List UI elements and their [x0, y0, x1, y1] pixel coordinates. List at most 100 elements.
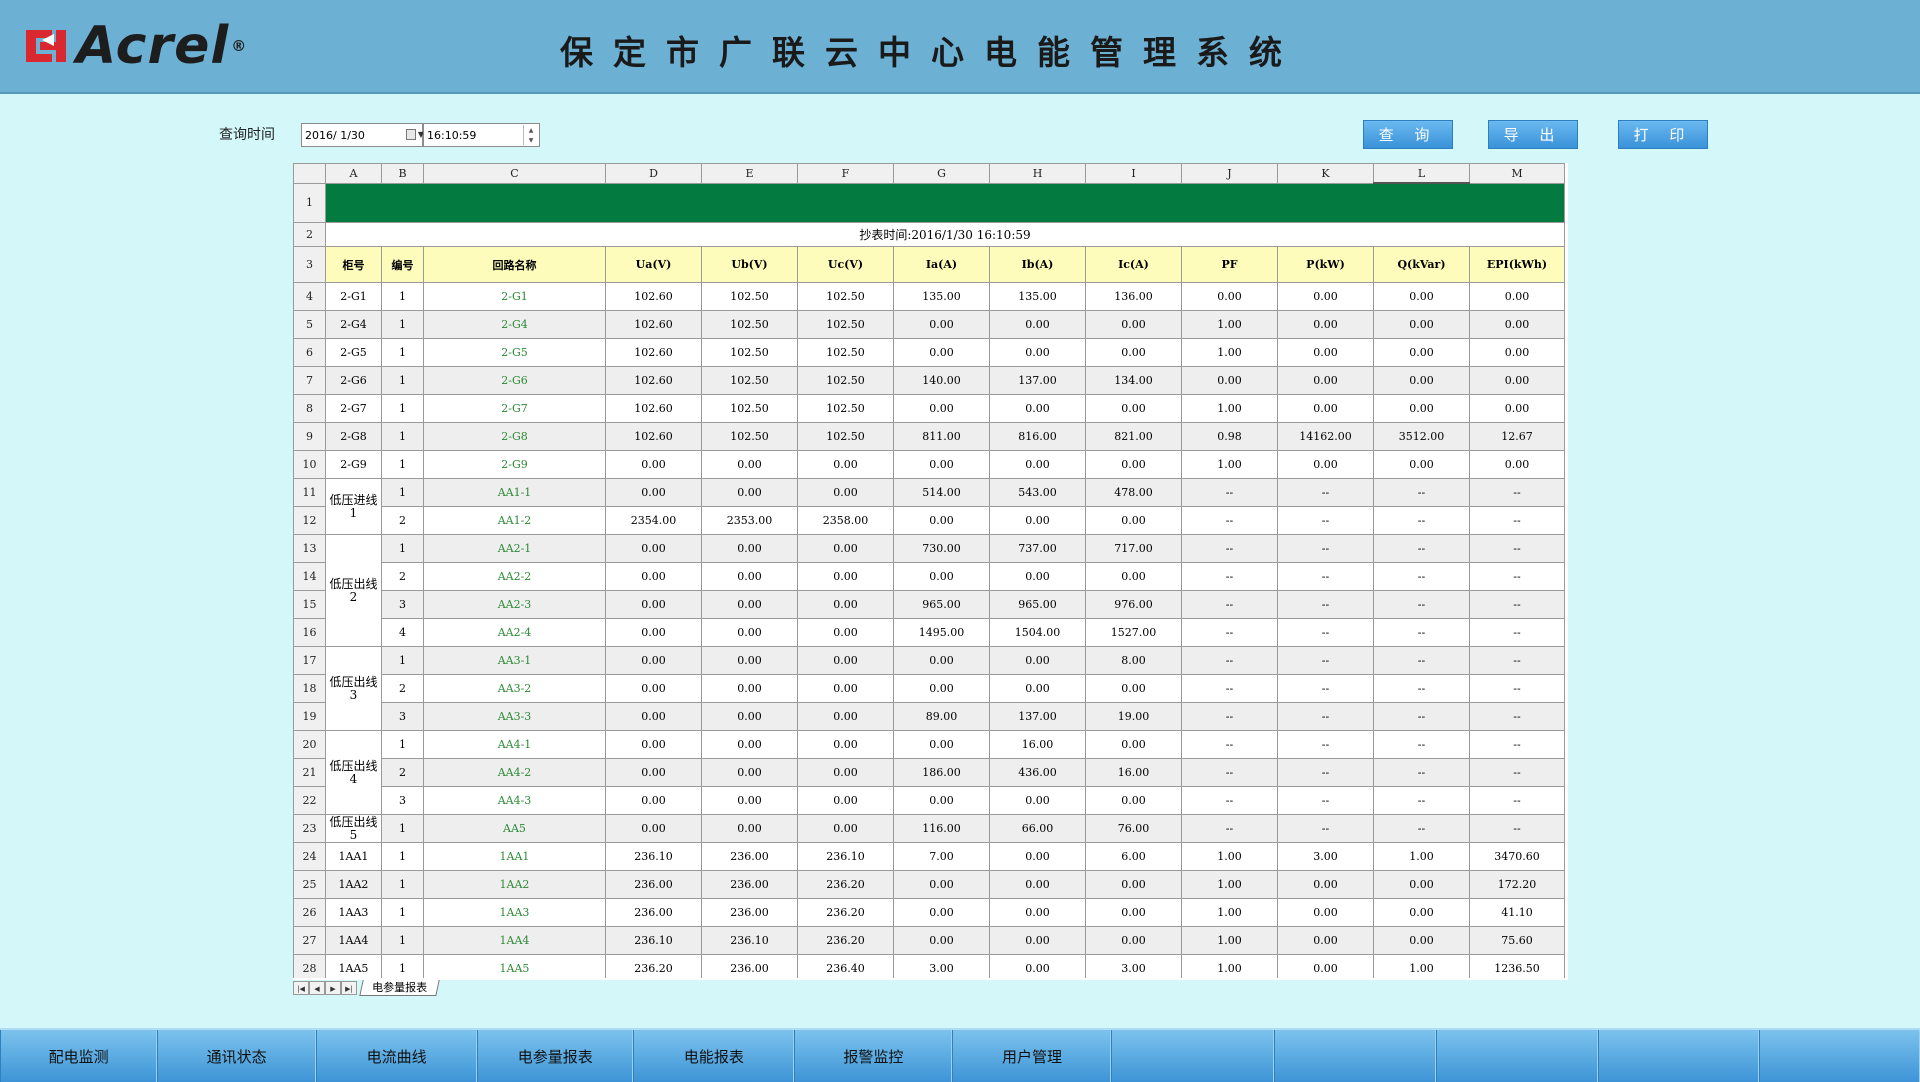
- table-cell[interactable]: 102.60: [605, 422, 702, 451]
- prev-sheet-button[interactable]: ◀: [309, 981, 325, 995]
- table-cell[interactable]: 1: [381, 646, 424, 675]
- table-cell[interactable]: 0.00: [605, 646, 702, 675]
- spreadsheet-viewport[interactable]: ABCDEFGHIJKLM 1 2 抄表时间:2016/1/30 16:10:5…: [293, 163, 1568, 978]
- table-cell[interactable]: --: [1373, 618, 1470, 647]
- table-cell[interactable]: 0.00: [1373, 282, 1470, 311]
- table-cell[interactable]: 102.50: [701, 338, 798, 367]
- table-cell[interactable]: 0.00: [797, 534, 894, 563]
- row-header[interactable]: 7: [293, 366, 326, 395]
- table-cell[interactable]: --: [1373, 534, 1470, 563]
- table-cell[interactable]: 0.00: [1277, 282, 1374, 311]
- table-cell[interactable]: 136.00: [1085, 282, 1182, 311]
- table-cell[interactable]: 0.00: [893, 450, 990, 479]
- circuit-name-cell[interactable]: AA5: [423, 814, 606, 843]
- table-cell[interactable]: 0.00: [989, 338, 1086, 367]
- table-cell[interactable]: 0.00: [797, 674, 894, 703]
- table-cell[interactable]: 0.00: [701, 534, 798, 563]
- table-cell[interactable]: 1.00: [1181, 450, 1278, 479]
- table-cell[interactable]: 0.00: [701, 646, 798, 675]
- sheet-tab[interactable]: 电参量报表: [359, 980, 440, 996]
- table-cell[interactable]: 0.00: [893, 562, 990, 591]
- table-cell[interactable]: --: [1181, 702, 1278, 731]
- row-header[interactable]: 3: [293, 246, 326, 283]
- table-cell[interactable]: 1: [381, 534, 424, 563]
- column-title[interactable]: Uc(V): [797, 246, 894, 283]
- table-cell[interactable]: 3: [381, 702, 424, 731]
- table-cell[interactable]: --: [1277, 534, 1374, 563]
- row-header[interactable]: 9: [293, 422, 326, 451]
- spreadsheet[interactable]: ABCDEFGHIJKLM 1 2 抄表时间:2016/1/30 16:10:5…: [293, 163, 1568, 980]
- table-cell[interactable]: 1.00: [1181, 954, 1278, 978]
- table-cell[interactable]: 1504.00: [989, 618, 1086, 647]
- table-cell[interactable]: 1.00: [1181, 898, 1278, 927]
- table-cell[interactable]: 102.50: [797, 422, 894, 451]
- circuit-name-cell[interactable]: AA3-3: [423, 702, 606, 731]
- table-cell[interactable]: 66.00: [989, 814, 1086, 843]
- table-cell[interactable]: 0.00: [1277, 870, 1374, 899]
- table-cell[interactable]: 0.00: [989, 562, 1086, 591]
- table-cell[interactable]: 0.00: [1277, 954, 1374, 978]
- row-header[interactable]: 21: [293, 758, 326, 787]
- table-cell[interactable]: --: [1181, 730, 1278, 759]
- table-cell[interactable]: --: [1181, 590, 1278, 619]
- table-cell[interactable]: 816.00: [989, 422, 1086, 451]
- next-sheet-button[interactable]: ▶: [325, 981, 341, 995]
- column-header[interactable]: A: [325, 163, 382, 184]
- date-picker[interactable]: 2016/ 1/30 ▼: [301, 123, 424, 147]
- table-cell[interactable]: 0.00: [893, 870, 990, 899]
- cabinet-cell[interactable]: 1AA5: [325, 954, 382, 978]
- table-cell[interactable]: 0.00: [701, 618, 798, 647]
- table-cell[interactable]: 236.10: [605, 926, 702, 955]
- table-cell[interactable]: 0.00: [797, 646, 894, 675]
- export-button[interactable]: 导 出: [1488, 120, 1578, 149]
- table-cell[interactable]: 1: [381, 954, 424, 978]
- table-cell[interactable]: 102.50: [701, 310, 798, 339]
- table-cell[interactable]: 102.50: [701, 394, 798, 423]
- table-cell[interactable]: 135.00: [989, 282, 1086, 311]
- table-cell[interactable]: --: [1277, 702, 1374, 731]
- cabinet-cell[interactable]: 2-G8: [325, 422, 382, 451]
- table-cell[interactable]: 102.50: [797, 394, 894, 423]
- row-header[interactable]: 1: [293, 182, 326, 223]
- table-cell[interactable]: 0.00: [1181, 282, 1278, 311]
- table-cell[interactable]: 236.40: [797, 954, 894, 978]
- table-cell[interactable]: 0.00: [989, 646, 1086, 675]
- table-cell[interactable]: 1: [381, 842, 424, 871]
- table-cell[interactable]: 0.00: [605, 618, 702, 647]
- table-cell[interactable]: 0.00: [1277, 366, 1374, 395]
- table-cell[interactable]: 0.00: [1469, 282, 1565, 311]
- row-header[interactable]: 13: [293, 534, 326, 563]
- table-cell[interactable]: 0.00: [605, 534, 702, 563]
- nav-item[interactable]: 用户管理: [952, 1030, 1112, 1082]
- table-cell[interactable]: 236.20: [797, 926, 894, 955]
- table-cell[interactable]: 0.00: [1277, 450, 1374, 479]
- cabinet-cell[interactable]: 2-G1: [325, 282, 382, 311]
- table-cell[interactable]: 0.00: [1373, 898, 1470, 927]
- table-cell[interactable]: 1.00: [1373, 954, 1470, 978]
- table-cell[interactable]: 3.00: [893, 954, 990, 978]
- table-cell[interactable]: 1.00: [1181, 310, 1278, 339]
- table-cell[interactable]: 0.00: [893, 786, 990, 815]
- table-cell[interactable]: 102.60: [605, 366, 702, 395]
- cabinet-cell[interactable]: 1AA4: [325, 926, 382, 955]
- table-cell[interactable]: 1.00: [1181, 394, 1278, 423]
- table-cell[interactable]: 102.60: [605, 338, 702, 367]
- table-cell[interactable]: 0.00: [605, 758, 702, 787]
- table-cell[interactable]: 0.00: [893, 646, 990, 675]
- table-cell[interactable]: 1: [381, 478, 424, 507]
- table-cell[interactable]: 0.00: [605, 674, 702, 703]
- table-cell[interactable]: 0.00: [989, 394, 1086, 423]
- table-cell[interactable]: 41.10: [1469, 898, 1565, 927]
- table-cell[interactable]: --: [1277, 562, 1374, 591]
- banner-cell[interactable]: [325, 182, 1565, 223]
- table-cell[interactable]: 0.00: [701, 730, 798, 759]
- spin-down-icon[interactable]: ▼: [529, 137, 534, 144]
- table-cell[interactable]: 0.00: [1373, 310, 1470, 339]
- table-cell[interactable]: 0.00: [605, 590, 702, 619]
- table-cell[interactable]: 2: [381, 506, 424, 535]
- table-cell[interactable]: 0.00: [1373, 394, 1470, 423]
- table-cell[interactable]: 811.00: [893, 422, 990, 451]
- table-cell[interactable]: 0.00: [1085, 730, 1182, 759]
- table-cell[interactable]: 236.00: [701, 870, 798, 899]
- table-cell[interactable]: 12.67: [1469, 422, 1565, 451]
